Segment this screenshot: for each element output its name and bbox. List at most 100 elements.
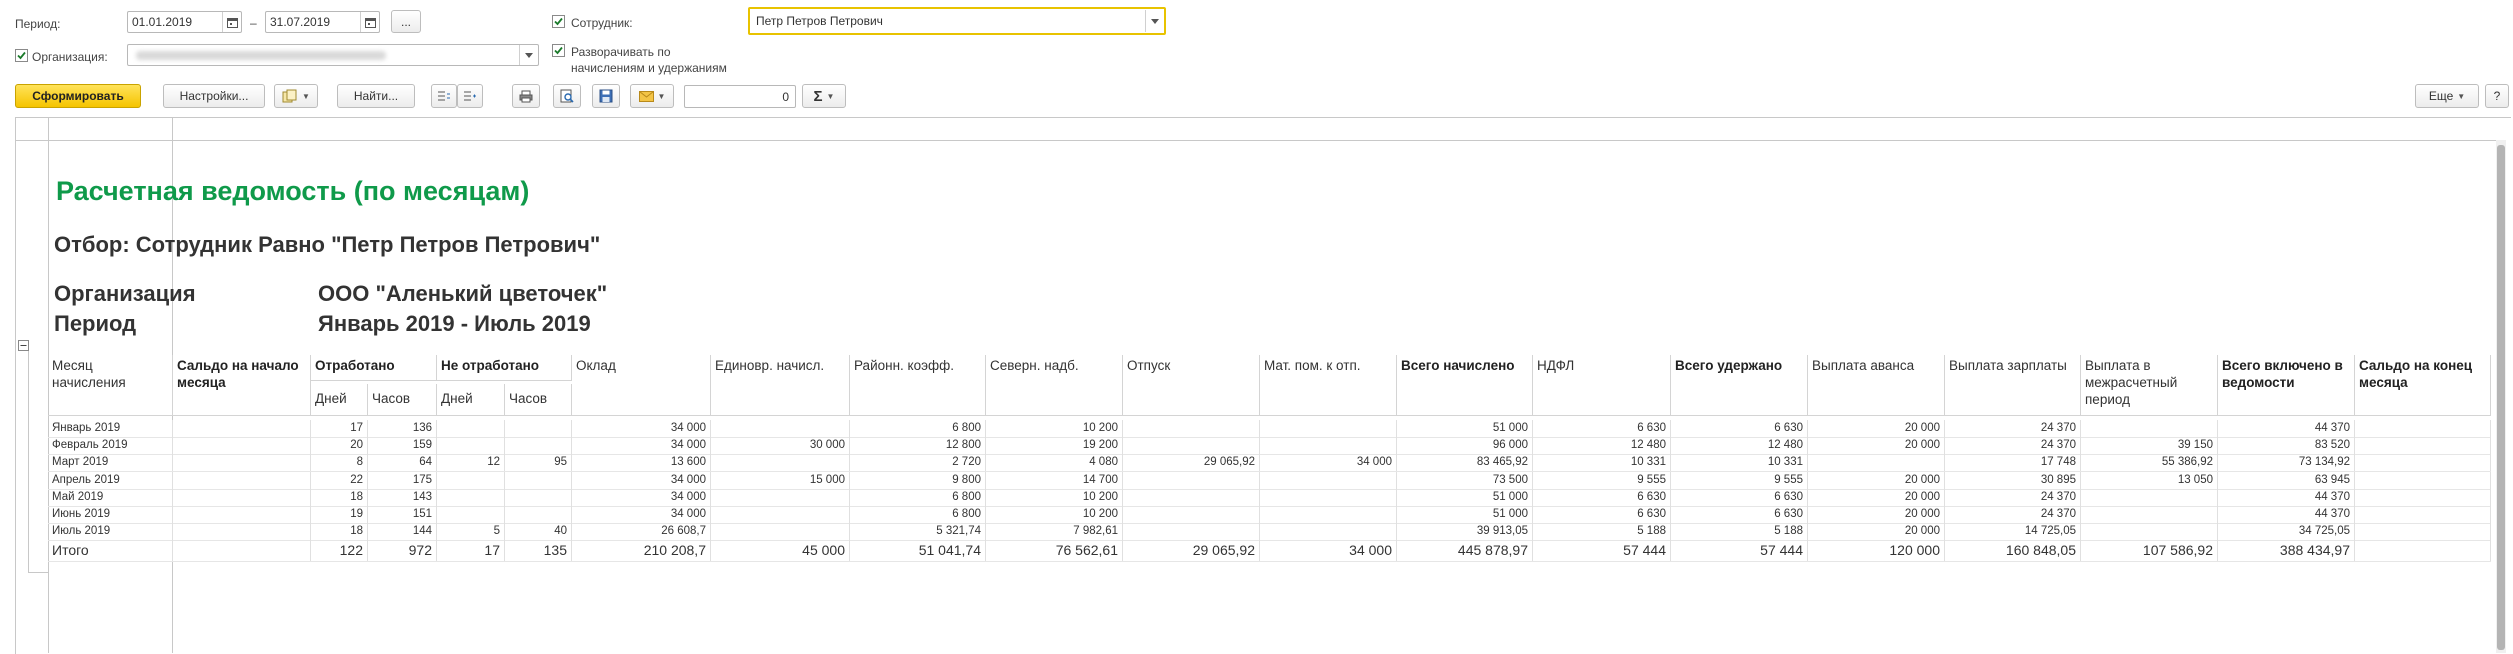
checkbox-checked-icon [554,46,563,55]
table-cell: 6 630 [1533,506,1671,523]
table-cell [2081,420,2218,437]
more-button[interactable]: Еще ▼ [2415,84,2479,108]
table-cell: 12 480 [1533,437,1671,454]
table-cell: 160 848,05 [1945,539,2081,561]
save-button[interactable] [592,84,620,108]
col-total-accrued: Всего начислено [1397,355,1533,416]
table-cell: 34 000 [572,437,711,454]
table-cell [1123,437,1260,454]
table-cell: 40 [505,523,572,540]
table-cell: 34 000 [572,489,711,506]
table-cell: 20 000 [1808,523,1945,540]
send-mail-button[interactable]: ▼ [630,84,674,108]
table-cell [2355,489,2491,506]
table-cell: 57 444 [1533,539,1671,561]
table-cell: 95 [505,454,572,471]
table-cell: 44 370 [2218,420,2355,437]
table-cell [437,472,505,489]
organization-blurred-text [136,51,386,60]
sum-button[interactable]: Σ ▼ [802,84,846,108]
table-cell: 24 370 [1945,437,2081,454]
preview-button[interactable] [553,84,581,108]
calendar-icon[interactable] [222,12,241,32]
organization-checkbox[interactable] [15,49,28,62]
table-cell: Февраль 2019 [48,437,173,454]
save-icon [599,89,613,103]
help-button[interactable]: ? [2485,84,2509,108]
employee-field[interactable]: Петр Петров Петрович [748,7,1166,35]
table-cell [2355,437,2491,454]
table-cell: 20 000 [1808,437,1945,454]
table-cell: 122 [311,539,368,561]
table-cell [1123,506,1260,523]
table-cell: 5 321,74 [850,523,986,540]
table-cell: Июнь 2019 [48,506,173,523]
table-cell: 9 555 [1671,472,1808,489]
table-cell: 12 [437,454,505,471]
table-cell [505,489,572,506]
table-cell: Апрель 2019 [48,472,173,489]
col-total-withheld: Всего удержано [1671,355,1808,416]
collapse-all-button[interactable] [431,84,457,108]
table-cell [1260,472,1397,489]
table-cell [173,506,311,523]
period-from-field[interactable]: 01.01.2019 [127,11,242,33]
table-cell [173,437,311,454]
table-cell: 10 200 [986,420,1123,437]
table-cell: 18 [311,523,368,540]
table-cell: 20 000 [1808,472,1945,489]
employee-checkbox[interactable] [552,15,565,28]
table-cell [711,420,850,437]
table-cell: 44 370 [2218,489,2355,506]
table-cell: 17 [311,420,368,437]
organization-field[interactable] [127,44,539,66]
checkbox-checked-icon [554,17,563,26]
table-cell [173,539,311,561]
table-cell [505,437,572,454]
table-cell: 6 630 [1671,506,1808,523]
find-button[interactable]: Найти... [337,84,415,108]
col-salary-payment: Выплата зарплаты [1945,355,2081,416]
table-cell [505,472,572,489]
print-button[interactable] [512,84,540,108]
dropdown-icon[interactable] [519,45,538,65]
dropdown-icon[interactable] [1145,10,1164,32]
period-choose-button[interactable]: ... [391,10,421,33]
table-cell: 10 331 [1671,454,1808,471]
table-cell [711,489,850,506]
collapse-group-icon[interactable] [18,340,29,351]
calendar-icon[interactable] [360,12,379,32]
organization-label: Организация: [32,50,108,64]
table-cell: 17 748 [1945,454,2081,471]
table-cell: 5 [437,523,505,540]
group-bracket-line [28,350,29,572]
table-cell: 5 188 [1533,523,1671,540]
table-cell: 13 050 [2081,472,2218,489]
col-worked: Отработано [311,355,437,381]
table-cell [2355,539,2491,561]
table-cell [173,523,311,540]
expand-all-button[interactable] [457,84,483,108]
table-cell: 34 000 [572,506,711,523]
table-cell: 45 000 [711,539,850,561]
vertical-scrollbar-thumb[interactable] [2497,145,2505,650]
table-cell: 24 370 [1945,489,2081,506]
expand-checkbox[interactable] [552,44,565,57]
table-cell: Июль 2019 [48,523,173,540]
table-cell: 34 000 [1260,539,1397,561]
table-cell: 6 800 [850,489,986,506]
generate-button[interactable]: Сформировать [15,84,141,108]
period-to-field[interactable]: 31.07.2019 [265,11,380,33]
table-cell: 19 [311,506,368,523]
table-cell: 5 188 [1671,523,1808,540]
table-cell [711,506,850,523]
table-cell: 6 800 [850,420,986,437]
copy-menu-button[interactable]: ▼ [274,84,318,108]
settings-button[interactable]: Настройки... [163,84,265,108]
table-cell [173,454,311,471]
print-icon [519,90,533,102]
number-field[interactable]: 0 [684,85,796,108]
table-cell: 20 000 [1808,489,1945,506]
table-cell [1123,489,1260,506]
col-interim-payment: Выплата в межрасчетный период [2081,355,2218,416]
